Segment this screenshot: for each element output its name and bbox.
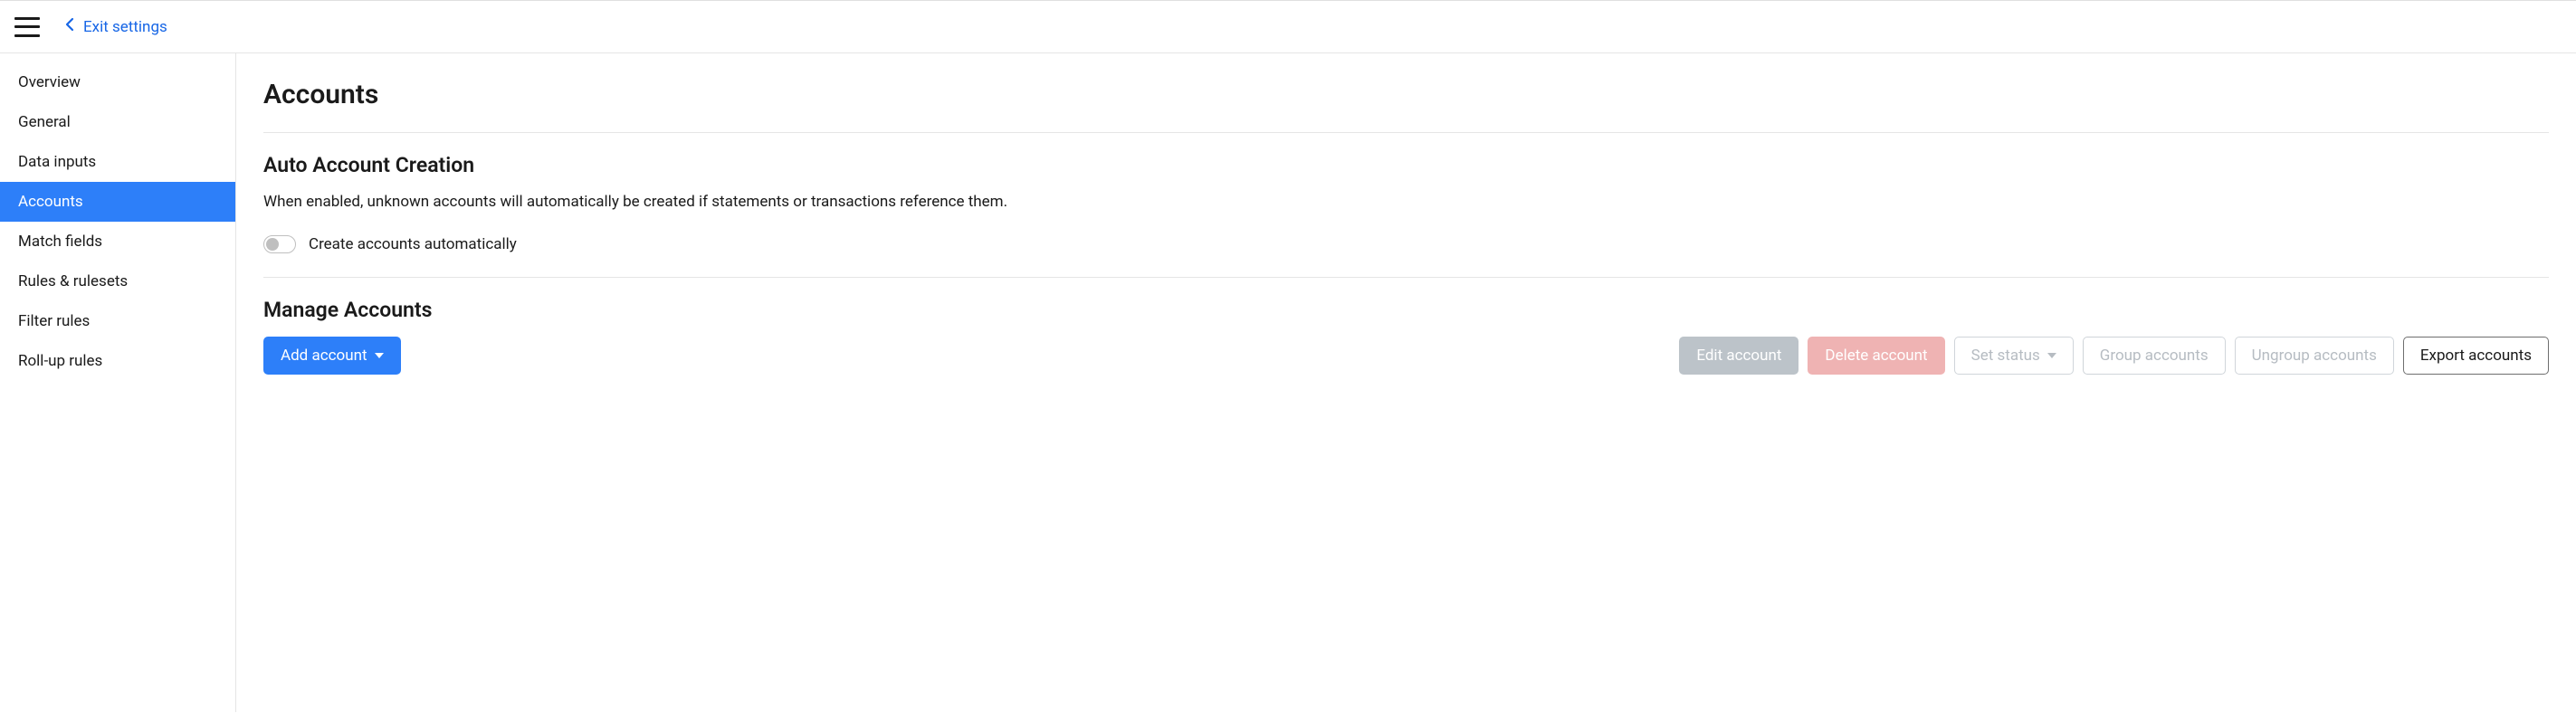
menu-icon[interactable]	[14, 17, 40, 37]
sidebar-item-accounts[interactable]: Accounts	[0, 182, 235, 222]
caret-down-icon	[2047, 353, 2056, 358]
section-divider	[263, 277, 2549, 278]
auto-creation-heading: Auto Account Creation	[263, 153, 2549, 177]
caret-down-icon	[375, 353, 384, 358]
header-bar: Exit settings	[0, 1, 2576, 53]
export-accounts-label: Export accounts	[2420, 347, 2532, 365]
auto-create-toggle-label: Create accounts automatically	[309, 235, 517, 253]
sidebar-item-filter-rules[interactable]: Filter rules	[0, 301, 235, 341]
section-divider	[263, 132, 2549, 133]
delete-account-button[interactable]: Delete account	[1808, 337, 1944, 375]
group-accounts-label: Group accounts	[2100, 347, 2209, 365]
exit-settings-label: Exit settings	[83, 18, 167, 36]
delete-account-label: Delete account	[1825, 347, 1927, 365]
toolbar-right-group: Edit account Delete account Set status G…	[1679, 337, 2549, 375]
exit-settings-link[interactable]: Exit settings	[65, 17, 167, 36]
add-account-button[interactable]: Add account	[263, 337, 401, 375]
sidebar-item-general[interactable]: General	[0, 102, 235, 142]
sidebar-item-roll-up-rules[interactable]: Roll-up rules	[0, 341, 235, 381]
set-status-button[interactable]: Set status	[1954, 337, 2074, 375]
edit-account-button[interactable]: Edit account	[1679, 337, 1798, 375]
export-accounts-button[interactable]: Export accounts	[2403, 337, 2549, 375]
layout: Overview General Data inputs Accounts Ma…	[0, 53, 2576, 712]
ungroup-accounts-button[interactable]: Ungroup accounts	[2235, 337, 2394, 375]
auto-creation-description: When enabled, unknown accounts will auto…	[263, 192, 2549, 214]
sidebar-item-overview[interactable]: Overview	[0, 62, 235, 102]
manage-accounts-heading: Manage Accounts	[263, 298, 2549, 322]
main-content: Accounts Auto Account Creation When enab…	[236, 53, 2576, 712]
manage-toolbar: Add account Edit account Delete account …	[263, 337, 2549, 375]
edit-account-label: Edit account	[1696, 347, 1781, 365]
ungroup-accounts-label: Ungroup accounts	[2252, 347, 2377, 365]
auto-create-toggle[interactable]	[263, 235, 296, 253]
sidebar-item-rules-rulesets[interactable]: Rules & rulesets	[0, 261, 235, 301]
set-status-label: Set status	[1971, 347, 2040, 365]
auto-create-toggle-row: Create accounts automatically	[263, 235, 2549, 253]
page-title: Accounts	[263, 79, 2549, 110]
chevron-left-icon	[65, 17, 83, 36]
sidebar-item-match-fields[interactable]: Match fields	[0, 222, 235, 261]
sidebar-item-data-inputs[interactable]: Data inputs	[0, 142, 235, 182]
toggle-knob	[266, 238, 279, 251]
group-accounts-button[interactable]: Group accounts	[2083, 337, 2226, 375]
add-account-label: Add account	[281, 347, 367, 365]
sidebar: Overview General Data inputs Accounts Ma…	[0, 53, 236, 712]
